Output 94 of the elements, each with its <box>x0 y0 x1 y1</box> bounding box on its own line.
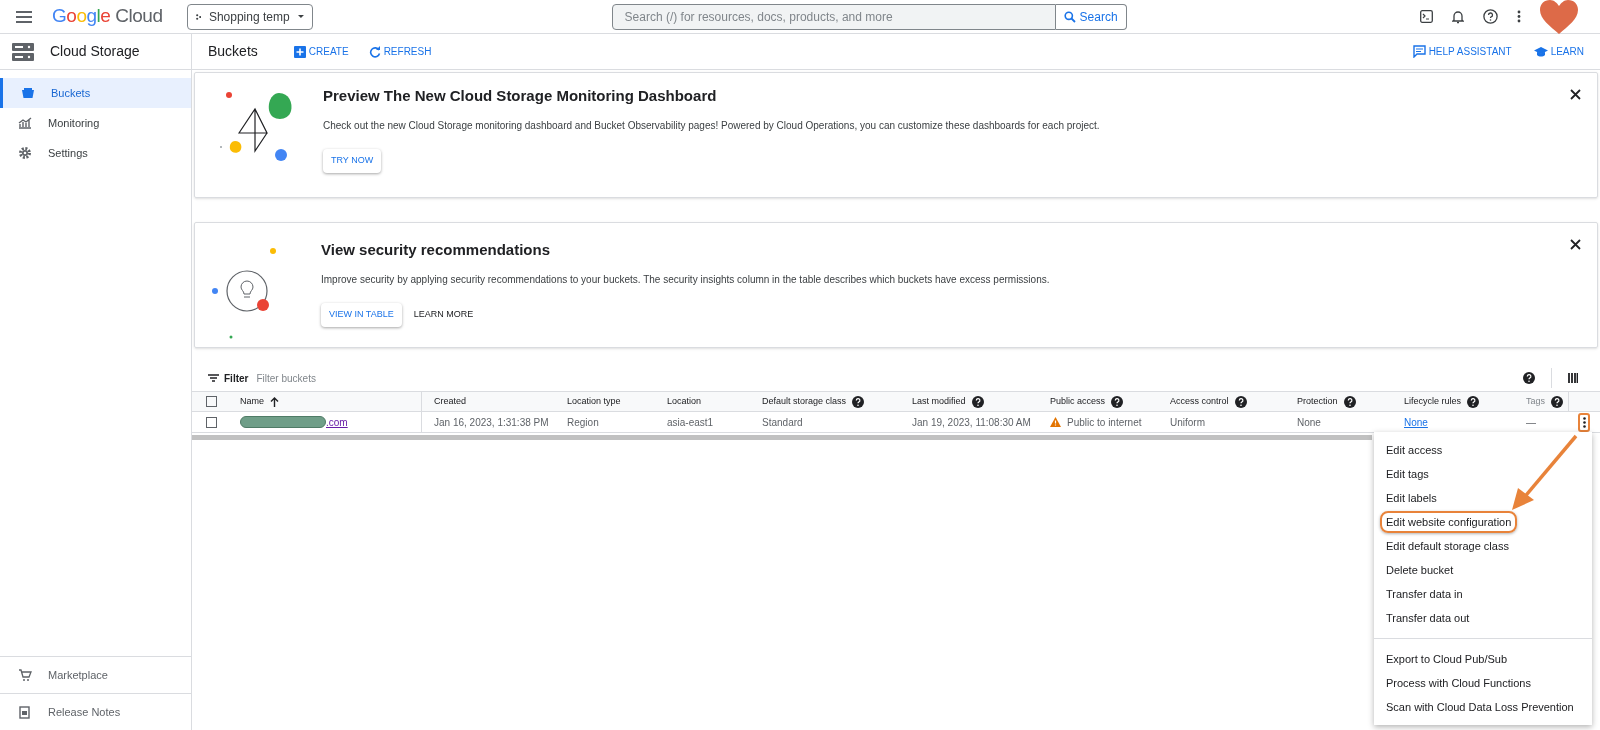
caret-icon <box>297 14 304 19</box>
column-header: Last modified <box>912 394 966 408</box>
checkbox[interactable] <box>206 416 217 428</box>
project-selector[interactable]: Shopping temp <box>186 3 313 30</box>
menu-icon[interactable] <box>16 10 32 23</box>
refresh-icon <box>368 45 381 58</box>
columns-icon[interactable] <box>1568 373 1578 383</box>
bucket-name-link[interactable]: .com <box>326 414 348 430</box>
checkbox[interactable] <box>206 396 217 407</box>
table-cell: Region <box>567 416 599 428</box>
project-icon <box>195 11 201 22</box>
logo[interactable]: Google Cloud <box>52 2 163 31</box>
filter-icon <box>208 374 219 382</box>
menu-item[interactable]: Scan with Cloud Data Loss Prevention <box>1386 698 1574 716</box>
help-icon[interactable] <box>1234 395 1247 408</box>
sidebar-item[interactable]: Release Notes <box>0 693 191 730</box>
help-icon[interactable] <box>1467 395 1480 408</box>
notification-icon[interactable] <box>1452 9 1464 24</box>
refresh-button[interactable]: REFRESH <box>368 44 432 59</box>
menu-item[interactable]: Edit tags <box>1386 465 1429 483</box>
menu-item[interactable]: Transfer data out <box>1386 609 1470 627</box>
column-header[interactable]: Name <box>240 394 264 409</box>
card-description: Check out the new Cloud Storage monitoring dashboard and Bucket Observability pages! Powered by Cloud Operations, you can customize these dashboards for each project. <box>323 118 1100 133</box>
help-icon[interactable] <box>1343 395 1356 408</box>
table-cell-text: Public to internet <box>1067 415 1142 430</box>
storage-icon <box>12 42 34 61</box>
column-header: Tags <box>1526 394 1545 408</box>
card-title: View security recommendations <box>321 240 551 260</box>
column-header: Location <box>667 394 702 408</box>
menu-item[interactable]: Export to Cloud Pub/Sub <box>1386 650 1508 668</box>
settings-icon <box>18 146 32 160</box>
filter-field[interactable]: Filter buckets <box>256 370 557 386</box>
column-header: Default storage class <box>762 394 847 408</box>
bucket-icon <box>21 86 35 100</box>
card-description: Improve security by applying security recommendations to your buckets. The security insights column in the table describes which buckets have excess permissions. <box>321 272 1050 287</box>
menu-item[interactable]: Edit default storage class <box>1386 537 1509 555</box>
card-action-button[interactable]: TRY NOW <box>323 148 382 173</box>
sidebar-item[interactable]: Monitoring <box>0 108 191 138</box>
search-button[interactable]: Search <box>1055 3 1127 30</box>
notes-icon <box>18 705 32 719</box>
learn-more-link[interactable]: LEARN MORE <box>405 302 482 327</box>
menu-item[interactable]: Edit website configuration <box>1380 510 1518 534</box>
scrollbar[interactable] <box>192 435 1372 440</box>
more-icon <box>1582 416 1586 428</box>
menu-item[interactable]: Transfer data in <box>1386 585 1463 603</box>
more-icon[interactable] <box>1517 10 1521 23</box>
create-button[interactable]: CREATE <box>293 44 349 59</box>
table-cell: Jan 16, 2023, 1:31:38 PM <box>434 416 549 428</box>
table-cell: None <box>1297 416 1321 428</box>
help-icon[interactable] <box>1483 9 1498 24</box>
search-icon <box>1063 10 1076 23</box>
graduation-cap-icon <box>1533 45 1548 58</box>
close-icon[interactable] <box>1570 89 1581 100</box>
page-title: Buckets <box>208 42 258 61</box>
column-header: Created <box>434 394 467 408</box>
filter-label: Filter <box>224 371 249 386</box>
column-header: Public access <box>1050 394 1106 408</box>
column-header: Location type <box>567 394 621 408</box>
table-cell: — <box>1526 416 1536 428</box>
card-title: Preview The New Cloud Storage Monitoring Dashboard <box>323 86 718 106</box>
sidebar-item[interactable]: Buckets <box>0 78 191 108</box>
table-cell: Jan 19, 2023, 11:08:30 AM <box>912 416 1031 428</box>
plus-icon <box>293 45 306 58</box>
sidebar-item[interactable]: Marketplace <box>0 656 191 693</box>
terminal-icon[interactable] <box>1420 10 1433 23</box>
warning-icon <box>1050 417 1061 427</box>
help-icon[interactable] <box>852 395 865 408</box>
lifecycle-link[interactable]: None <box>1404 416 1428 428</box>
heart-icon[interactable] <box>1540 0 1578 34</box>
menu-item[interactable]: Edit access <box>1386 441 1443 459</box>
table-cell: Standard <box>762 416 803 428</box>
cart-icon <box>18 668 32 682</box>
menu-item[interactable]: Edit labels <box>1386 489 1437 507</box>
help-assistant-button[interactable]: HELP ASSISTANT <box>1412 44 1512 59</box>
learn-button[interactable]: LEARN <box>1533 44 1584 59</box>
search-field[interactable]: Search (/) for resources, docs, products, and more <box>611 3 1056 30</box>
help-icon[interactable] <box>1551 395 1563 408</box>
card-action-button[interactable]: VIEW IN TABLE <box>321 302 402 327</box>
help-icon[interactable] <box>971 395 984 408</box>
close-icon[interactable] <box>1570 239 1581 250</box>
table-cell: Uniform <box>1170 416 1205 428</box>
menu-item[interactable]: Process with Cloud Functions <box>1386 674 1531 692</box>
help-icon[interactable] <box>1111 395 1124 408</box>
column-header: Lifecycle rules <box>1404 394 1462 408</box>
table-cell: asia-east1 <box>667 416 714 428</box>
sidebar-item[interactable]: Settings <box>0 138 191 168</box>
product-title: Cloud Storage <box>50 42 140 61</box>
column-header: Access control <box>1170 394 1229 408</box>
chat-icon <box>1412 45 1426 58</box>
chart-icon <box>18 116 32 130</box>
sort-up-icon[interactable] <box>270 396 279 407</box>
column-header: Protection <box>1297 394 1338 408</box>
menu-item[interactable]: Delete bucket <box>1386 561 1454 579</box>
help-icon[interactable] <box>1523 372 1535 384</box>
